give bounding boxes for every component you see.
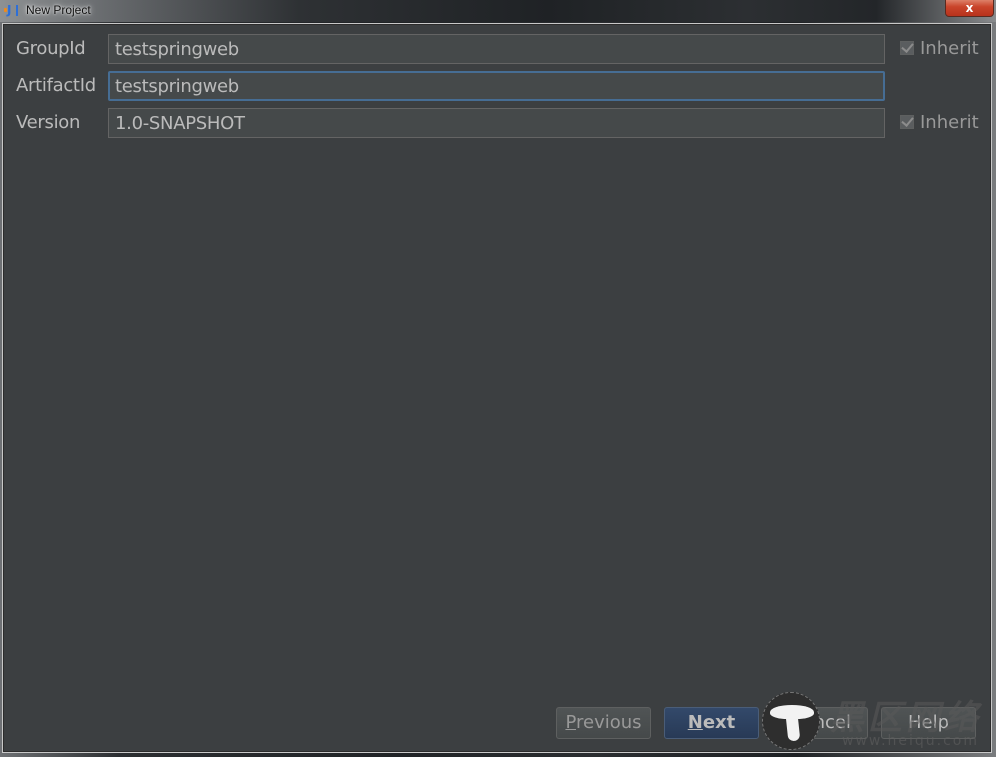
new-project-dialog: GroupId Inherit ArtifactId Version Inher… xyxy=(2,23,992,753)
groupid-row: GroupId Inherit xyxy=(3,34,991,64)
artifactid-label: ArtifactId xyxy=(16,75,96,96)
checkbox-checked-icon xyxy=(900,115,914,129)
checkbox-checked-icon xyxy=(900,41,914,55)
version-inherit-checkbox[interactable]: Inherit xyxy=(900,108,979,138)
intellij-idea-icon: J xyxy=(4,3,20,18)
groupid-inherit-checkbox[interactable]: Inherit xyxy=(900,34,979,64)
version-row: Version Inherit xyxy=(3,108,991,138)
watermark-mushroom-icon xyxy=(762,692,820,750)
version-input[interactable] xyxy=(108,108,885,138)
close-icon: x xyxy=(965,1,974,15)
next-mnemonic: N xyxy=(687,712,703,733)
watermark-text: 黑区网络 xyxy=(830,698,982,738)
close-button[interactable]: x xyxy=(945,0,994,17)
artifactid-row: ArtifactId xyxy=(3,71,991,101)
next-label: ext xyxy=(702,712,736,733)
groupid-input[interactable] xyxy=(108,34,885,64)
inherit-label: Inherit xyxy=(920,112,979,133)
previous-mnemonic: P xyxy=(565,712,576,733)
next-button[interactable]: Next xyxy=(664,707,759,739)
previous-label: revious xyxy=(576,712,642,733)
version-label: Version xyxy=(16,112,81,133)
previous-button[interactable]: Previous xyxy=(556,707,651,739)
window-title: New Project xyxy=(26,3,91,17)
inherit-label: Inherit xyxy=(920,38,979,59)
watermark-url: www.heiqu.com xyxy=(842,733,980,749)
groupid-label: GroupId xyxy=(16,38,86,59)
artifactid-input[interactable] xyxy=(108,71,885,101)
title-bar[interactable]: J New Project x xyxy=(0,0,996,22)
